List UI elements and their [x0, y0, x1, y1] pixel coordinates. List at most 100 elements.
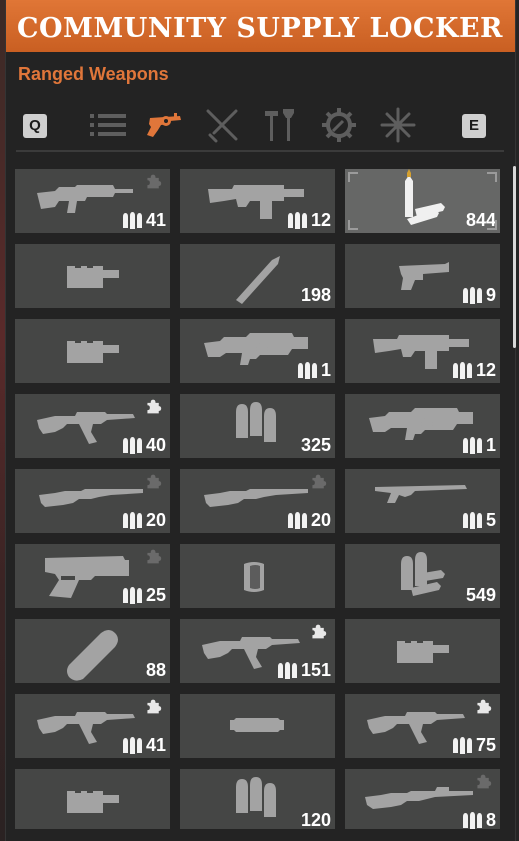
inventory-slot-assault-rifle[interactable]: 41 — [15, 169, 170, 233]
ammo-icon — [288, 512, 307, 529]
inventory-slot-hunting-rifle-a[interactable]: 20 — [15, 469, 170, 533]
inventory-slot-suppressor-a[interactable] — [15, 244, 170, 308]
inventory-slot-hunting-rifle-b[interactable]: 20 — [180, 469, 335, 533]
item-count: 25 — [145, 585, 166, 605]
selection-corner — [487, 220, 497, 230]
item-count: 120 — [300, 810, 331, 829]
suppressor-icon — [67, 266, 119, 288]
item-count: 75 — [475, 735, 496, 755]
ammo-icon — [463, 437, 482, 454]
item-grid: 41 12 844 198 9 1 12 40 325 1 20 20 5 25 549 88 151 41 75 1… — [15, 169, 501, 829]
attachment-slot-icon — [147, 474, 162, 489]
inventory-slot-rifle-cartridges[interactable]: 844 — [345, 169, 500, 233]
item-count: 198 — [300, 285, 331, 305]
inventory-slot-magnum-rounds[interactable]: 120 — [180, 769, 335, 829]
crossed-melee-icon — [206, 109, 238, 143]
list-icon — [90, 114, 126, 136]
attachment-slot-icon — [147, 174, 162, 189]
inventory-slot-ak-rifle-a[interactable]: 40 — [15, 394, 170, 458]
supply-locker-panel: COMMUNITY SUPPLY LOCKER Ranged Weapons Q… — [5, 0, 516, 841]
ring-icon — [244, 562, 264, 592]
inventory-slot-grenade-launcher-b[interactable]: 1 — [345, 394, 500, 458]
attachment-slot-icon — [312, 474, 327, 489]
tab-all-items[interactable] — [88, 106, 128, 144]
inventory-slot-shotgun-shells[interactable]: 325 — [180, 394, 335, 458]
attachment-slot-icon — [477, 699, 492, 714]
attachment-slot-icon — [147, 399, 162, 414]
grid-scrollbar[interactable] — [513, 166, 516, 348]
attachment-slot-icon — [147, 699, 162, 714]
ammo-icon — [123, 587, 142, 604]
tab-tools[interactable] — [261, 106, 301, 144]
prev-category-key[interactable]: Q — [23, 114, 47, 138]
tools-icon — [265, 109, 294, 141]
ammo-icon — [123, 512, 142, 529]
tab-misc[interactable] — [378, 106, 418, 144]
inventory-slot-grenade-launcher-a[interactable]: 1 — [180, 319, 335, 383]
item-count: 9 — [485, 285, 496, 305]
attachment-slot-icon — [147, 549, 162, 564]
tab-ranged-weapons[interactable] — [144, 106, 184, 144]
item-count: 1 — [320, 360, 331, 380]
inventory-slot-suppressor-d[interactable] — [15, 769, 170, 829]
item-count: 549 — [465, 585, 496, 605]
inventory-slot-ak-rifle-c[interactable]: 41 — [15, 694, 170, 758]
inventory-slot-ak-rifle-b[interactable]: 151 — [180, 619, 335, 683]
ammo-icon — [463, 287, 482, 304]
ammo-icon — [288, 212, 307, 229]
ammo-icon — [463, 812, 482, 829]
item-count: 12 — [310, 210, 331, 230]
ammo-icon — [123, 437, 142, 454]
inventory-slot-pistol-rounds[interactable]: 549 — [345, 544, 500, 608]
tab-melee[interactable] — [202, 106, 242, 144]
revolver-icon — [147, 113, 181, 137]
item-count: 5 — [485, 510, 496, 530]
asterisk-icon — [380, 107, 416, 143]
page-title: COMMUNITY SUPPLY LOCKER — [17, 13, 503, 44]
ammo-icon — [453, 737, 472, 754]
inventory-slot-pistol[interactable]: 9 — [345, 244, 500, 308]
ammo-icon — [278, 662, 297, 679]
tube-icon — [230, 718, 284, 732]
inventory-slot-suppressor-c[interactable] — [345, 619, 500, 683]
inventory-slot-scope-ring[interactable] — [180, 544, 335, 608]
inventory-slot-sawed-shotgun[interactable]: 5 — [345, 469, 500, 533]
item-count: 20 — [145, 510, 166, 530]
inventory-slot-heavy-pistol[interactable]: 25 — [15, 544, 170, 608]
attachment-slot-icon — [312, 624, 327, 639]
header-bar: COMMUNITY SUPPLY LOCKER — [6, 0, 515, 52]
item-count: 1 — [485, 435, 496, 455]
inventory-slot-suppressor-b[interactable] — [15, 319, 170, 383]
inventory-slot-grenade-round[interactable]: 88 — [15, 619, 170, 683]
item-count: 41 — [145, 210, 166, 230]
item-count: 20 — [310, 510, 331, 530]
attachment-slot-icon — [477, 774, 492, 789]
inventory-slot-sniper-rifle[interactable]: 8 — [345, 769, 500, 829]
item-count: 12 — [475, 360, 496, 380]
inventory-slot-silencer-tube[interactable] — [180, 694, 335, 758]
item-count: 41 — [145, 735, 166, 755]
selection-corner — [348, 172, 358, 182]
ammo-icon — [298, 362, 317, 379]
item-count: 151 — [300, 660, 331, 680]
inventory-slot-combat-shotgun[interactable]: 12 — [180, 169, 335, 233]
next-category-key[interactable]: E — [462, 114, 486, 138]
category-label: Ranged Weapons — [18, 64, 169, 84]
suppressor-icon — [67, 791, 119, 813]
ammo-icon — [463, 512, 482, 529]
item-count: 325 — [300, 435, 331, 455]
inventory-slot-ak-rifle-d[interactable]: 75 — [345, 694, 500, 758]
item-count: 40 — [145, 435, 166, 455]
tab-divider — [16, 150, 504, 152]
inventory-slot-single-round[interactable]: 198 — [180, 244, 335, 308]
ammo-icon — [123, 212, 142, 229]
item-count: 88 — [145, 660, 166, 680]
selection-corner — [487, 172, 497, 182]
inventory-slot-combat-shotgun-b[interactable]: 12 — [345, 319, 500, 383]
selection-corner — [348, 220, 358, 230]
tab-parts[interactable] — [319, 106, 359, 144]
ammo-icon — [453, 362, 472, 379]
suppressor-icon — [397, 641, 449, 663]
suppressor-icon — [67, 341, 119, 363]
item-count: 8 — [485, 810, 496, 829]
